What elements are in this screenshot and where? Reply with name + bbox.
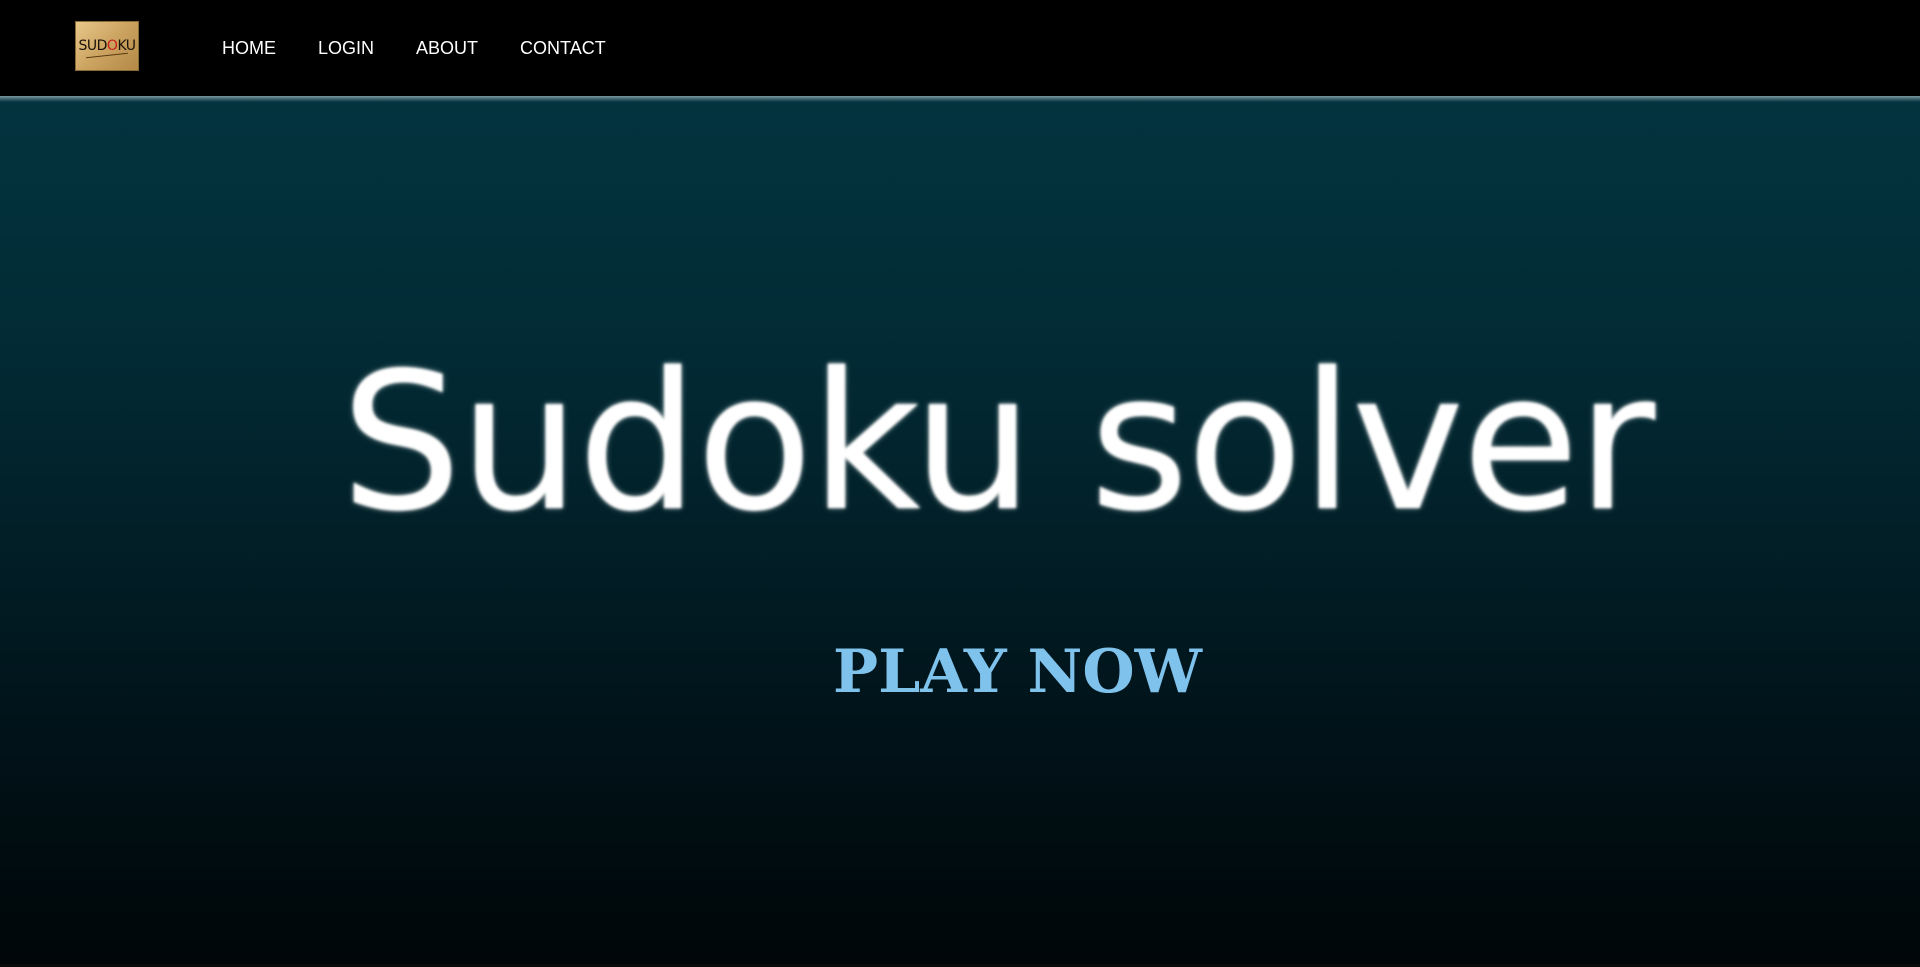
hero-title: Sudoku solver [340, 332, 1655, 553]
sudoku-logo[interactable]: SUD O KU [75, 21, 139, 71]
top-navbar: SUD O KU HOME LOGIN ABOUT CONTACT [0, 0, 1920, 96]
hero-section: Sudoku solver PLAY NOW [0, 96, 1920, 967]
main-nav: HOME LOGIN ABOUT CONTACT [222, 0, 606, 96]
logo-text-o: O [106, 38, 118, 54]
nav-login-link[interactable]: LOGIN [318, 38, 374, 59]
nav-contact-link[interactable]: CONTACT [520, 38, 606, 59]
nav-home-link[interactable]: HOME [222, 38, 276, 59]
play-now-button[interactable]: PLAY NOW [0, 637, 1920, 707]
nav-about-link[interactable]: ABOUT [416, 38, 478, 59]
logo-text-suffix: KU [117, 38, 136, 54]
logo-text-prefix: SUD [78, 38, 107, 54]
